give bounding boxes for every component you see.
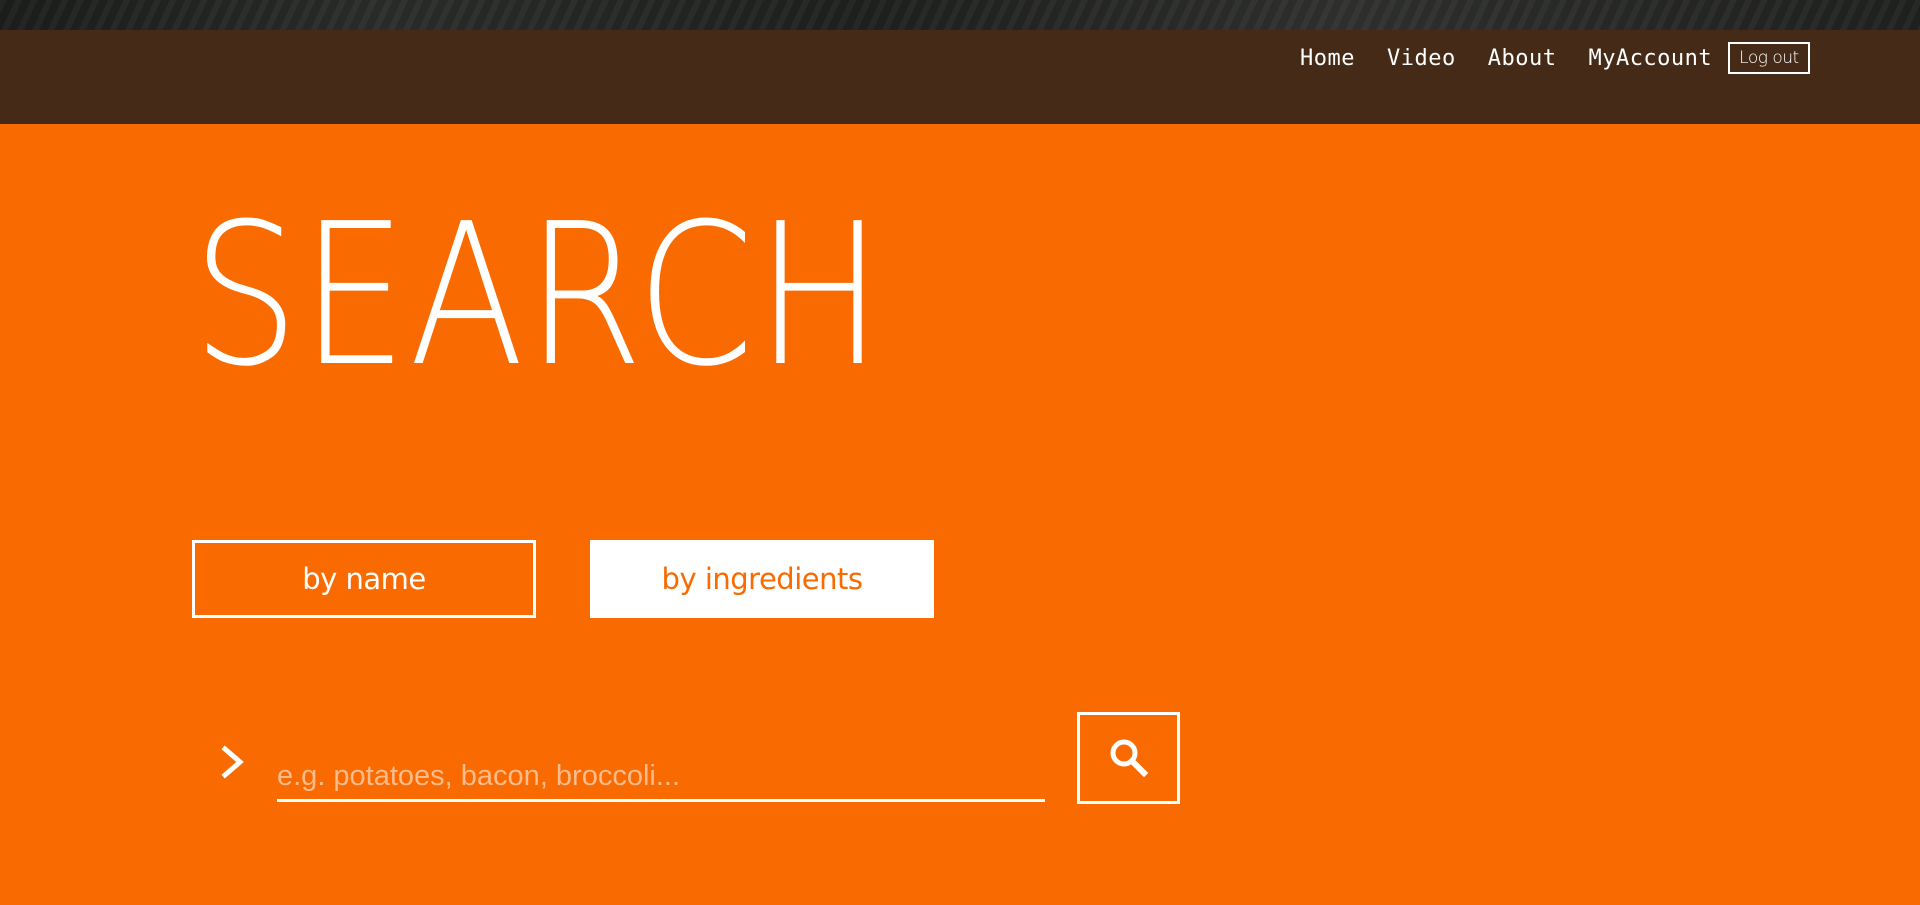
search-by-name-button[interactable]: by name (192, 540, 536, 618)
nav-link-myaccount[interactable]: MyAccount (1588, 44, 1712, 74)
search-by-ingredients-button[interactable]: by ingredients (590, 540, 934, 618)
header-background-image (0, 0, 1920, 30)
search-submit-button[interactable] (1077, 712, 1180, 804)
search-icon (1110, 739, 1148, 778)
nav-link-video[interactable]: Video (1387, 44, 1456, 74)
page-title: SEARCH (192, 182, 885, 410)
nav-link-about[interactable]: About (1488, 44, 1557, 74)
logout-button[interactable]: Log out (1728, 42, 1810, 74)
chevron-right-icon (221, 745, 244, 779)
ingredients-search-input[interactable] (277, 758, 1045, 802)
nav-links: Home Video About MyAccount Log out (1300, 42, 1810, 74)
navbar: Home Video About MyAccount Log out (0, 30, 1920, 124)
nav-link-home[interactable]: Home (1300, 44, 1355, 74)
